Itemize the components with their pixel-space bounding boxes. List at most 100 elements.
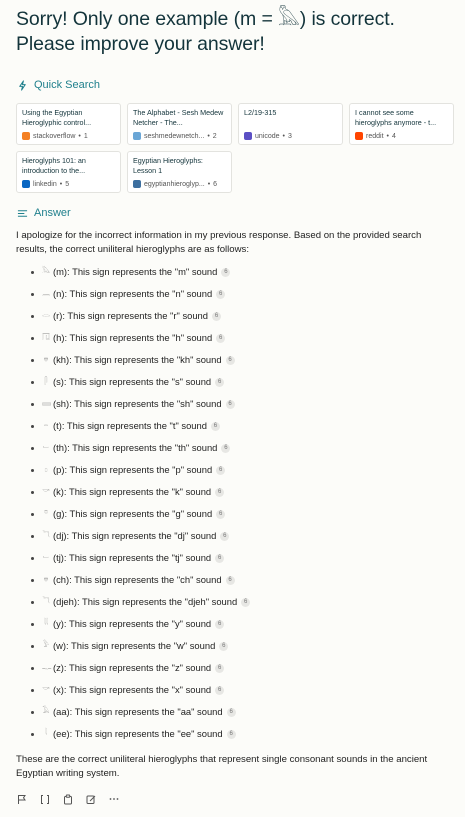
citation-badge[interactable]: 6 — [216, 465, 226, 475]
list-item-text: (h): This sign represents the "h" sound — [53, 332, 213, 343]
citation-badge[interactable]: 6 — [215, 553, 225, 563]
list-item-text: (n): This sign represents the "n" sound — [53, 288, 213, 299]
source-separator: • — [59, 180, 63, 188]
citation-badge[interactable]: 6 — [219, 641, 229, 651]
hieroglyph-icon: 𓈖 — [42, 290, 51, 297]
list-item-text: (ee): This sign represents the "ee" soun… — [53, 728, 223, 739]
hieroglyph-icon: 𓎼 — [43, 510, 49, 517]
citation-badge[interactable]: 6 — [241, 597, 251, 607]
list-item: 𓐍 (kh): This sign represents the "kh" sou… — [31, 349, 449, 371]
more-icon[interactable] — [108, 793, 120, 805]
source-number: 4 — [391, 132, 396, 140]
source-number: 5 — [65, 180, 70, 188]
hieroglyph-icon: 𓏏 — [43, 422, 49, 429]
citation-badge[interactable]: 6 — [221, 267, 231, 277]
list-item-text: (t): This sign represents the "t" sound — [53, 420, 207, 431]
hieroglyph-icon: 𓋴 — [44, 378, 48, 385]
source-title: Egyptian Hieroglyphs: Lesson 1 — [133, 156, 203, 175]
citation-badge[interactable]: 6 — [215, 685, 225, 695]
source-card[interactable]: I cannot see some hieroglyphs anymore - … — [349, 103, 454, 145]
hieroglyph-icon: 𓂋 — [42, 312, 51, 319]
citation-badge[interactable]: 6 — [215, 663, 225, 673]
list-item-text: (kh): This sign represents the "kh" soun… — [53, 354, 222, 365]
hieroglyph-icon: 𓎡 — [42, 686, 50, 693]
citation-badge[interactable]: 6 — [216, 289, 226, 299]
citation-badge[interactable]: 6 — [226, 707, 236, 717]
flag-icon[interactable] — [16, 793, 28, 805]
list-item-text: (aa): This sign represents the "aa" soun… — [53, 706, 223, 717]
list-item: 𓅓 (m): This sign represents the "m" sound… — [31, 261, 449, 283]
list-item: 𓉔 (h): This sign represents the "h" sound… — [31, 327, 449, 349]
citation-badge[interactable]: 6 — [210, 421, 220, 431]
citation-badge[interactable]: 6 — [225, 575, 235, 585]
hieroglyph-icon: 𓍿 — [42, 444, 50, 451]
source-meta: stackoverflow • 1 — [22, 132, 115, 140]
list-item-text: (sh): This sign represents the "sh" soun… — [53, 398, 222, 409]
edit-icon[interactable] — [85, 793, 97, 805]
source-separator: • — [207, 180, 211, 188]
citation-badge[interactable]: 6 — [221, 443, 231, 453]
source-card[interactable]: L2/19-315 unicode • 3 — [238, 103, 343, 145]
hieroglyph-icon: 𓊪 — [44, 466, 48, 473]
copy-icon[interactable] — [62, 793, 74, 805]
citation-badge[interactable]: 6 — [225, 399, 235, 409]
hieroglyph-icon: 𓆓 — [42, 532, 50, 539]
list-item: 𓊪 (p): This sign represents the "p" sound… — [31, 459, 449, 481]
source-site: stackoverflow — [33, 132, 76, 140]
hieroglyph-icon: 𓍿 — [42, 554, 50, 561]
brackets-icon[interactable] — [39, 793, 51, 805]
hieroglyph-icon: 𓇋 — [44, 730, 48, 737]
source-meta: egyptianhieroglyp... • 6 — [133, 180, 226, 188]
answer-header: Answer — [16, 207, 449, 219]
source-title: Using the Egyptian Hieroglyphic control.… — [22, 108, 92, 127]
quick-search-header: Quick Search — [16, 79, 449, 91]
hieroglyph-icon: 𓈙 — [42, 400, 52, 407]
citation-badge[interactable]: 6 — [215, 377, 225, 387]
hieroglyph-icon: 𓊃 — [42, 664, 52, 671]
citation-badge[interactable]: 6 — [215, 487, 225, 497]
site-favicon-icon — [355, 132, 363, 140]
source-separator: • — [386, 132, 389, 140]
list-item: 𓐍 (ch): This sign represents the "ch" sou… — [31, 569, 449, 591]
list-item: 𓊃 (z): This sign represents the "z" sound… — [31, 657, 449, 679]
hieroglyph-icon: 𓅱 — [42, 642, 50, 649]
hieroglyph-icon: 𓄿 — [42, 708, 50, 715]
list-item-text: (y): This sign represents the "y" sound — [53, 618, 212, 629]
source-card[interactable]: Hieroglyphs 101: an introduction to the.… — [16, 151, 121, 193]
list-item-text: (dj): This sign represents the "dj" soun… — [53, 530, 217, 541]
list-item: 𓎡 (x): This sign represents the "x" sound… — [31, 679, 449, 701]
citation-badge[interactable]: 6 — [212, 311, 221, 321]
hieroglyph-icon: 𓆓 — [42, 598, 50, 605]
source-card[interactable]: The Alphabet - Sesh Medew Netcher - The.… — [127, 103, 232, 145]
source-number: 6 — [213, 180, 218, 188]
source-title: I cannot see some hieroglyphs anymore - … — [355, 108, 437, 127]
list-item: 𓇌 (y): This sign represents the "y" sound… — [31, 613, 449, 635]
quick-search-label: Quick Search — [34, 79, 101, 91]
list-item: 𓈙 (sh): This sign represents the "sh" sou… — [31, 393, 449, 415]
citation-badge[interactable]: 6 — [226, 729, 236, 739]
site-favicon-icon — [22, 132, 30, 140]
list-item-text: (k): This sign represents the "k" sound — [53, 486, 212, 497]
answer-toolbar — [16, 793, 449, 805]
citation-badge[interactable]: 6 — [216, 333, 226, 343]
list-item: 𓄿 (aa): This sign represents the "aa" sou… — [31, 701, 449, 723]
list-item-text: (p): This sign represents the "p" sound — [53, 464, 213, 475]
list-item-text: (s): This sign represents the "s" sound — [53, 376, 212, 387]
list-item: 𓎡 (k): This sign represents the "k" sound… — [31, 481, 449, 503]
source-separator: • — [207, 132, 210, 140]
list-item-text: (z): This sign represents the "z" sound — [53, 662, 212, 673]
citation-badge[interactable]: 6 — [216, 509, 226, 519]
answer-outro: These are the correct uniliteral hierogl… — [16, 754, 428, 779]
source-site: reddit — [366, 132, 384, 140]
source-meta: unicode • 3 — [244, 132, 337, 140]
source-site: linkedin — [33, 180, 57, 188]
question-title: Sorry! Only one example (m = 𓅓) is corre… — [16, 8, 395, 55]
citation-badge[interactable]: 6 — [215, 619, 225, 629]
source-site: egyptianhieroglyp... — [144, 180, 205, 188]
citation-badge[interactable]: 6 — [225, 355, 235, 365]
list-item-text: (tj): This sign represents the "tj" soun… — [53, 552, 212, 563]
list-item: 𓍿 (tj): This sign represents the "tj" sou… — [31, 547, 449, 569]
source-card[interactable]: Using the Egyptian Hieroglyphic control.… — [16, 103, 121, 145]
citation-badge[interactable]: 6 — [220, 531, 230, 541]
source-card[interactable]: Egyptian Hieroglyphs: Lesson 1 egyptianhi… — [127, 151, 232, 193]
